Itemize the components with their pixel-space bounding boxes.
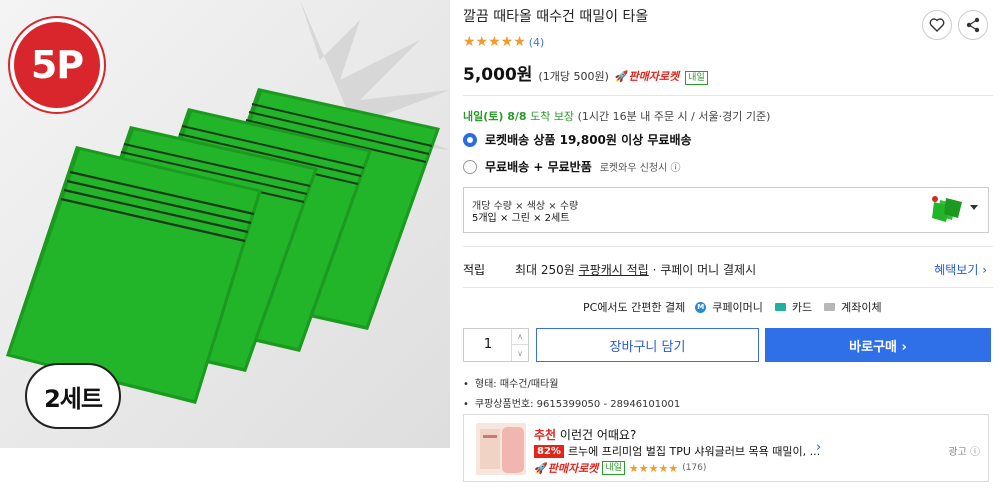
product-info-panel: 깔끔 때타올 때수건 때밀이 타올 ★★★★★ (4) 5,000원 (1개당 …: [463, 0, 993, 504]
recommended-product-image[interactable]: [476, 423, 526, 475]
share-button[interactable]: [958, 10, 988, 40]
payment-title: PC에서도 간편한 결제: [583, 301, 686, 314]
option-thumbnail: [932, 196, 962, 222]
divider: [463, 95, 993, 96]
radio-unselected[interactable]: [463, 159, 477, 174]
rocket-wow-note: 로켓와우 신청시 ⓘ: [599, 163, 681, 174]
recommended-product-name-row[interactable]: 82% 르누에 프리미엄 벌집 TPU 샤워글러브 목욕 때밀이, ...: [534, 443, 820, 459]
rocket-label: 판매자로켓: [547, 462, 599, 475]
recommendation-title: 추천 이런건 어때요?: [534, 426, 636, 443]
shipping-option-free-return[interactable]: 무료배송 + 무료반품 로켓와우 신청시 ⓘ: [463, 158, 681, 175]
star-rating-icon: ★★★★★: [463, 34, 526, 50]
recommendation-card[interactable]: 추천 이런건 어때요? 82% 르누에 프리미엄 벌집 TPU 샤워글러브 목욕…: [463, 414, 989, 482]
product-image[interactable]: 5P 2세트: [0, 0, 450, 448]
card-label: 카드: [791, 301, 813, 314]
next-day-badge: 내일: [685, 71, 708, 85]
reward-amount: 최대 250원: [515, 263, 575, 277]
benefits-link[interactable]: 혜택보기 ›: [934, 261, 987, 278]
delivery-estimate: 내일(토) 8/8 도착 보장 (1시간 16분 내 주문 시 / 서울·경기 …: [463, 108, 770, 124]
quantity-buttons: ∧ ∨: [511, 329, 528, 361]
divider: [463, 287, 993, 288]
recommended-product-name[interactable]: 르누에 프리미엄 벌집 TPU 샤워글러브 목욕 때밀이, ...: [568, 443, 820, 459]
reward-label: 적립: [463, 263, 486, 277]
recommended-product-meta: 🚀판매자로켓 내일 ★★★★★ (176): [534, 460, 706, 476]
shipping-option-label: 로켓배송 상품 19,800원 이상 무료배송: [485, 133, 692, 147]
coupay-icon: M: [695, 301, 707, 313]
glove-illustration: [480, 427, 524, 473]
option-select[interactable]: 개당 수량 × 색상 × 수량 5개입 × 그린 × 2세트: [463, 187, 989, 233]
delivery-guarantee: 도착 보장: [530, 110, 575, 123]
rocket-badge: 🚀판매자로켓: [534, 460, 598, 476]
delivery-day: 내일(토) 8/8: [463, 110, 527, 123]
star-rating-icon: ★★★★★: [628, 461, 679, 475]
review-count: (176): [682, 463, 707, 473]
pack-count-badge: 5P: [10, 18, 104, 112]
coupay-label: 쿠페이머니: [712, 301, 763, 314]
unit-price: (1개당 500원): [538, 70, 609, 83]
card-icon: [774, 303, 786, 311]
option-value: 5개입 × 그린 × 2세트: [472, 213, 570, 224]
spec-item: 쿠팡상품번호: 9615399050 - 28946101001: [463, 395, 680, 410]
reward-condition: · 쿠페이 머니 결제시: [652, 263, 757, 277]
quantity-stepper[interactable]: 1 ∧ ∨: [463, 328, 529, 362]
heart-icon: [929, 18, 945, 32]
reward-text: 최대 250원 쿠팡캐시 적립 · 쿠페이 머니 결제시: [515, 261, 756, 278]
share-icon: [966, 17, 980, 33]
coupang-cash-link[interactable]: 쿠팡캐시 적립: [579, 263, 649, 277]
rocket-icon: 🚀: [614, 70, 629, 83]
decrement-button[interactable]: ∨: [512, 345, 528, 361]
increment-button[interactable]: ∧: [512, 329, 528, 345]
rocket-icon: 🚀: [534, 462, 548, 475]
delivery-note: (1시간 16분 내 주문 시 / 서울·경기 기준): [577, 110, 771, 123]
chevron-right-icon[interactable]: ›: [816, 440, 821, 455]
review-count-link[interactable]: (4): [529, 36, 545, 49]
spec-item: 형태: 때수건/때타월: [463, 375, 680, 390]
next-day-badge: 내일: [602, 461, 625, 475]
quantity-input[interactable]: 1: [464, 329, 512, 361]
recommend-label: 추천: [534, 428, 557, 442]
radio-selected[interactable]: [463, 132, 477, 147]
rocket-label: 판매자로켓: [628, 70, 680, 83]
product-specs: 형태: 때수건/때타월 쿠팡상품번호: 9615399050 - 2894610…: [463, 375, 680, 415]
rating-row[interactable]: ★★★★★ (4): [463, 34, 544, 50]
shipping-option-rocket[interactable]: 로켓배송 상품 19,800원 이상 무료배송: [463, 131, 692, 148]
set-count-badge: 2세트: [25, 363, 121, 429]
chevron-down-icon: [970, 205, 978, 210]
bank-label: 계좌이체: [841, 301, 882, 314]
recommend-title-rest: 이런건 어때요?: [556, 428, 637, 442]
payment-methods: PC에서도 간편한 결제 M 쿠페이머니 카드 계좌이체: [583, 299, 882, 315]
discount-badge: 82%: [534, 444, 564, 458]
price: 5,000원: [463, 65, 533, 85]
add-to-cart-button[interactable]: 장바구니 담기: [536, 328, 759, 362]
ad-label[interactable]: 광고 ⓘ: [948, 443, 980, 458]
bank-icon: [824, 303, 836, 311]
buy-now-button[interactable]: 바로구매 ›: [765, 328, 991, 362]
shipping-option-label: 무료배송 + 무료반품: [485, 160, 592, 174]
divider: [463, 246, 993, 247]
rocket-badge: 🚀판매자로켓: [615, 68, 679, 84]
product-title: 깔끔 때타올 때수건 때밀이 타올: [463, 9, 649, 25]
price-row: 5,000원 (1개당 500원) 🚀판매자로켓 내일: [463, 60, 708, 85]
wishlist-button[interactable]: [922, 10, 952, 40]
